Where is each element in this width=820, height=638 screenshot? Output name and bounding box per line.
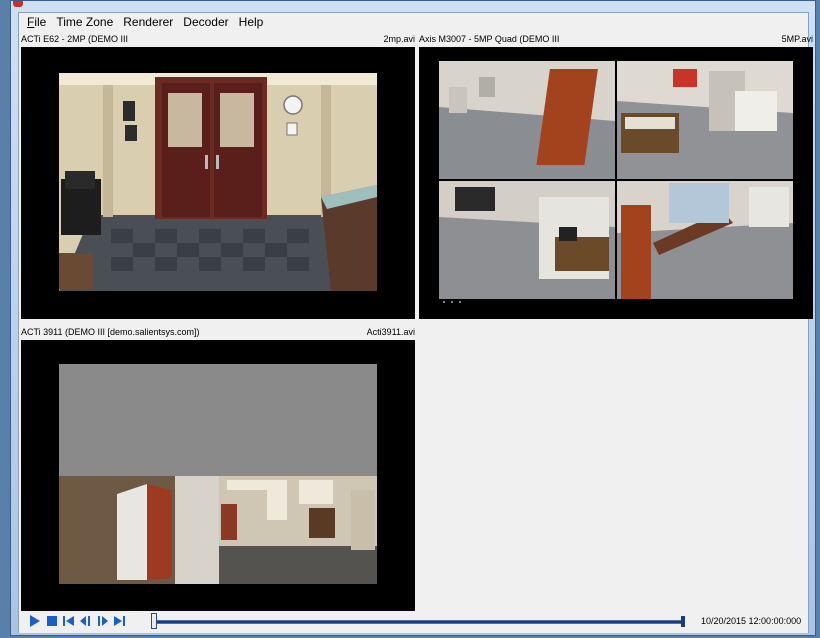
video-file-name: 2mp.avi — [383, 33, 415, 44]
quad-view-top-right — [617, 61, 793, 179]
video-viewport[interactable] — [21, 47, 415, 319]
video-viewport[interactable] — [21, 340, 415, 611]
menu-file[interactable]: File — [19, 13, 51, 31]
timeline-slider-track[interactable] — [156, 620, 685, 624]
menu-bar: File Time Zone Renderer Decoder Help — [19, 13, 808, 31]
menu-file-label: ile — [34, 15, 47, 29]
menu-decoder-label: Decoder — [183, 15, 229, 29]
menu-decoder[interactable]: Decoder — [178, 13, 233, 31]
video-file-name: Acti3911.avi — [366, 326, 415, 337]
app-icon — [13, 1, 23, 7]
quad-view-top-left — [439, 61, 615, 179]
menu-renderer[interactable]: Renderer — [118, 13, 178, 31]
menu-help[interactable]: Help — [234, 13, 269, 31]
menu-time-zone-label: Time Zone — [56, 15, 114, 29]
video-panel-header: ACTi 3911 (DEMO III [demo.salientsys.com… — [21, 324, 415, 339]
skip-forward-icon[interactable] — [114, 615, 125, 627]
menu-help-label: Help — [238, 15, 264, 29]
camera-frame-office-door — [21, 47, 415, 319]
video-viewport[interactable] — [419, 47, 813, 319]
camera-name: Axis M3007 - 5MP Quad (DEMO III — [419, 33, 560, 44]
step-forward-icon[interactable] — [97, 615, 108, 627]
window-client-area: File Time Zone Renderer Decoder Help ACT… — [18, 12, 813, 633]
playback-controls: 10/20/2015 12:00:00:000 — [19, 611, 808, 633]
quad-view-bottom-right — [617, 181, 793, 299]
playback-timestamp: 10/20/2015 12:00:00:000 — [701, 616, 802, 626]
camera-frame-hallway-panorama — [21, 340, 415, 611]
video-panel-2: Axis M3007 - 5MP Quad (DEMO III 5MP.avi — [419, 31, 813, 321]
quad-view-bottom-left — [439, 181, 615, 299]
camera-frame-quad-view — [419, 47, 813, 319]
play-icon[interactable] — [29, 615, 40, 627]
app-window: File Time Zone Renderer Decoder Help ACT… — [10, 0, 816, 636]
menu-time-zone[interactable]: Time Zone — [51, 13, 118, 31]
video-panel-header: Axis M3007 - 5MP Quad (DEMO III 5MP.avi — [419, 31, 813, 46]
video-panel-1: ACTi E62 - 2MP (DEMO III 2mp.avi — [21, 31, 415, 321]
stop-icon[interactable] — [46, 615, 57, 627]
video-panel-header: ACTi E62 - 2MP (DEMO III 2mp.avi — [21, 31, 415, 46]
video-file-name: 5MP.avi — [781, 33, 813, 44]
menu-renderer-label: Renderer — [123, 15, 174, 29]
timeline-slider-end — [681, 616, 685, 627]
timeline-slider-thumb[interactable] — [151, 613, 157, 629]
camera-name: ACTi 3911 (DEMO III [demo.salientsys.com… — [21, 326, 200, 337]
step-back-icon[interactable] — [80, 615, 91, 627]
skip-back-icon[interactable] — [63, 615, 74, 627]
camera-name: ACTi E62 - 2MP (DEMO III — [21, 33, 129, 44]
video-panel-3: ACTi 3911 (DEMO III [demo.salientsys.com… — [21, 324, 415, 613]
